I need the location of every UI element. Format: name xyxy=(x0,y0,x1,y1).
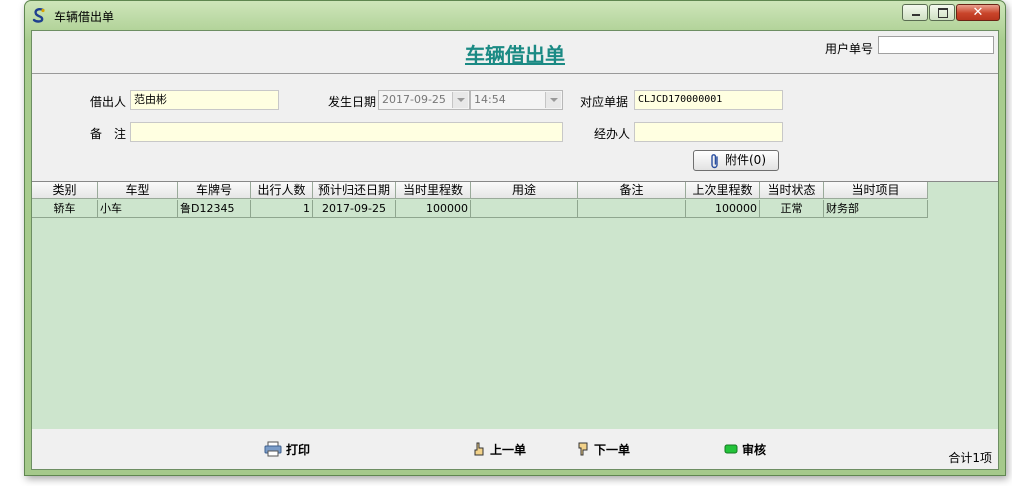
borrower-input[interactable]: 范由彬 xyxy=(130,90,279,110)
user-no-label: 用户单号 xyxy=(825,42,874,56)
attachment-label: 附件(0) xyxy=(725,153,766,167)
printer-icon xyxy=(264,441,282,457)
cell-status[interactable]: 正常 xyxy=(760,200,824,218)
column-header[interactable]: 上次里程数 xyxy=(686,182,760,199)
column-header[interactable]: 当时里程数 xyxy=(396,182,471,199)
previous-record-button[interactable]: 上一单 xyxy=(472,439,526,459)
column-header[interactable]: 当时项目 xyxy=(824,182,928,199)
cell-return-date[interactable]: 2017-09-25 xyxy=(313,200,396,218)
remark-input[interactable] xyxy=(130,122,563,142)
print-label: 打印 xyxy=(286,442,311,457)
footer-toolbar: 打印 上一单 下一单 审核 合计1项 xyxy=(32,429,998,469)
hand-pointer-up-icon xyxy=(474,442,484,456)
close-button[interactable]: ✕ xyxy=(956,4,1000,21)
cell-last-mileage[interactable]: 100000 xyxy=(686,200,760,218)
column-header[interactable]: 当时状态 xyxy=(760,182,824,199)
form-client-area: 车辆借出单 用户单号 借出人 范由彬 发生日期 2017-09-25 14:54… xyxy=(31,30,999,470)
cell-category[interactable]: 轿车 xyxy=(32,200,98,218)
cell-vehicle-type[interactable]: 小车 xyxy=(98,200,178,218)
date-value: 2017-09-25 xyxy=(382,93,446,106)
audit-label: 审核 xyxy=(742,442,767,457)
maximize-icon xyxy=(938,8,948,18)
print-button[interactable]: 打印 xyxy=(264,439,310,459)
minimize-icon xyxy=(912,14,920,16)
column-header[interactable]: 出行人数 xyxy=(251,182,313,199)
column-header[interactable]: 类别 xyxy=(32,182,98,199)
close-icon: ✕ xyxy=(972,5,984,20)
column-header[interactable]: 预计归还日期 xyxy=(313,182,396,199)
paperclip-icon xyxy=(711,154,718,169)
form-header: 车辆借出单 用户单号 xyxy=(32,31,998,74)
previous-record-label: 上一单 xyxy=(490,442,527,457)
grid-header: 类别 车型 车牌号 出行人数 预计归还日期 当时里程数 用途 备注 上次里程数 … xyxy=(32,182,928,199)
ref-doc-input[interactable]: CLJCD170000001 xyxy=(634,90,783,110)
time-picker[interactable]: 14:54 xyxy=(470,90,563,110)
next-record-label: 下一单 xyxy=(594,442,631,457)
hand-pointer-down-icon xyxy=(578,442,588,456)
handler-input[interactable] xyxy=(634,122,783,142)
ref-doc-label: 对应单据 xyxy=(580,95,629,109)
cell-current-mileage[interactable]: 100000 xyxy=(396,200,471,218)
cell-remark[interactable] xyxy=(578,200,686,218)
cell-project[interactable]: 财务部 xyxy=(824,200,928,218)
title-bar[interactable]: 车辆借出单 ✕ xyxy=(24,0,1006,30)
app-window: 车辆借出单 ✕ 车辆借出单 用户单号 借出人 范由彬 发生日期 2017-09-… xyxy=(24,0,1006,476)
remark-label: 备 注 xyxy=(90,127,127,141)
vehicle-grid[interactable]: 类别 车型 车牌号 出行人数 预计归还日期 当时里程数 用途 备注 上次里程数 … xyxy=(32,181,998,430)
chevron-down-icon xyxy=(550,98,558,102)
date-dropdown-button[interactable] xyxy=(452,92,468,108)
column-header[interactable]: 车牌号 xyxy=(178,182,251,199)
maximize-button[interactable] xyxy=(929,4,955,21)
minimize-button[interactable] xyxy=(902,4,928,21)
cell-purpose[interactable] xyxy=(471,200,578,218)
date-label: 发生日期 xyxy=(328,95,377,109)
attachment-button[interactable]: 附件(0) xyxy=(693,150,779,171)
time-dropdown-button[interactable] xyxy=(545,92,561,108)
column-header[interactable]: 车型 xyxy=(98,182,178,199)
time-value: 14:54 xyxy=(474,93,506,106)
window-title: 车辆借出单 xyxy=(54,10,115,24)
borrower-label: 借出人 xyxy=(90,95,127,109)
next-record-button[interactable]: 下一单 xyxy=(576,439,630,459)
user-no-input[interactable] xyxy=(878,36,994,54)
total-count: 合计1项 xyxy=(948,451,992,465)
green-status-icon xyxy=(724,444,738,454)
column-header[interactable]: 备注 xyxy=(578,182,686,199)
cell-passenger-count[interactable]: 1 xyxy=(251,200,313,218)
app-logo-icon xyxy=(32,8,45,23)
chevron-down-icon xyxy=(457,98,465,102)
date-picker[interactable]: 2017-09-25 xyxy=(378,90,470,110)
table-row[interactable]: 轿车 小车 鲁D12345 1 2017-09-25 100000 100000… xyxy=(32,200,928,218)
column-header[interactable]: 用途 xyxy=(471,182,578,199)
handler-label: 经办人 xyxy=(594,127,631,141)
cell-plate-number[interactable]: 鲁D12345 xyxy=(178,200,251,218)
audit-button[interactable]: 审核 xyxy=(724,439,766,459)
